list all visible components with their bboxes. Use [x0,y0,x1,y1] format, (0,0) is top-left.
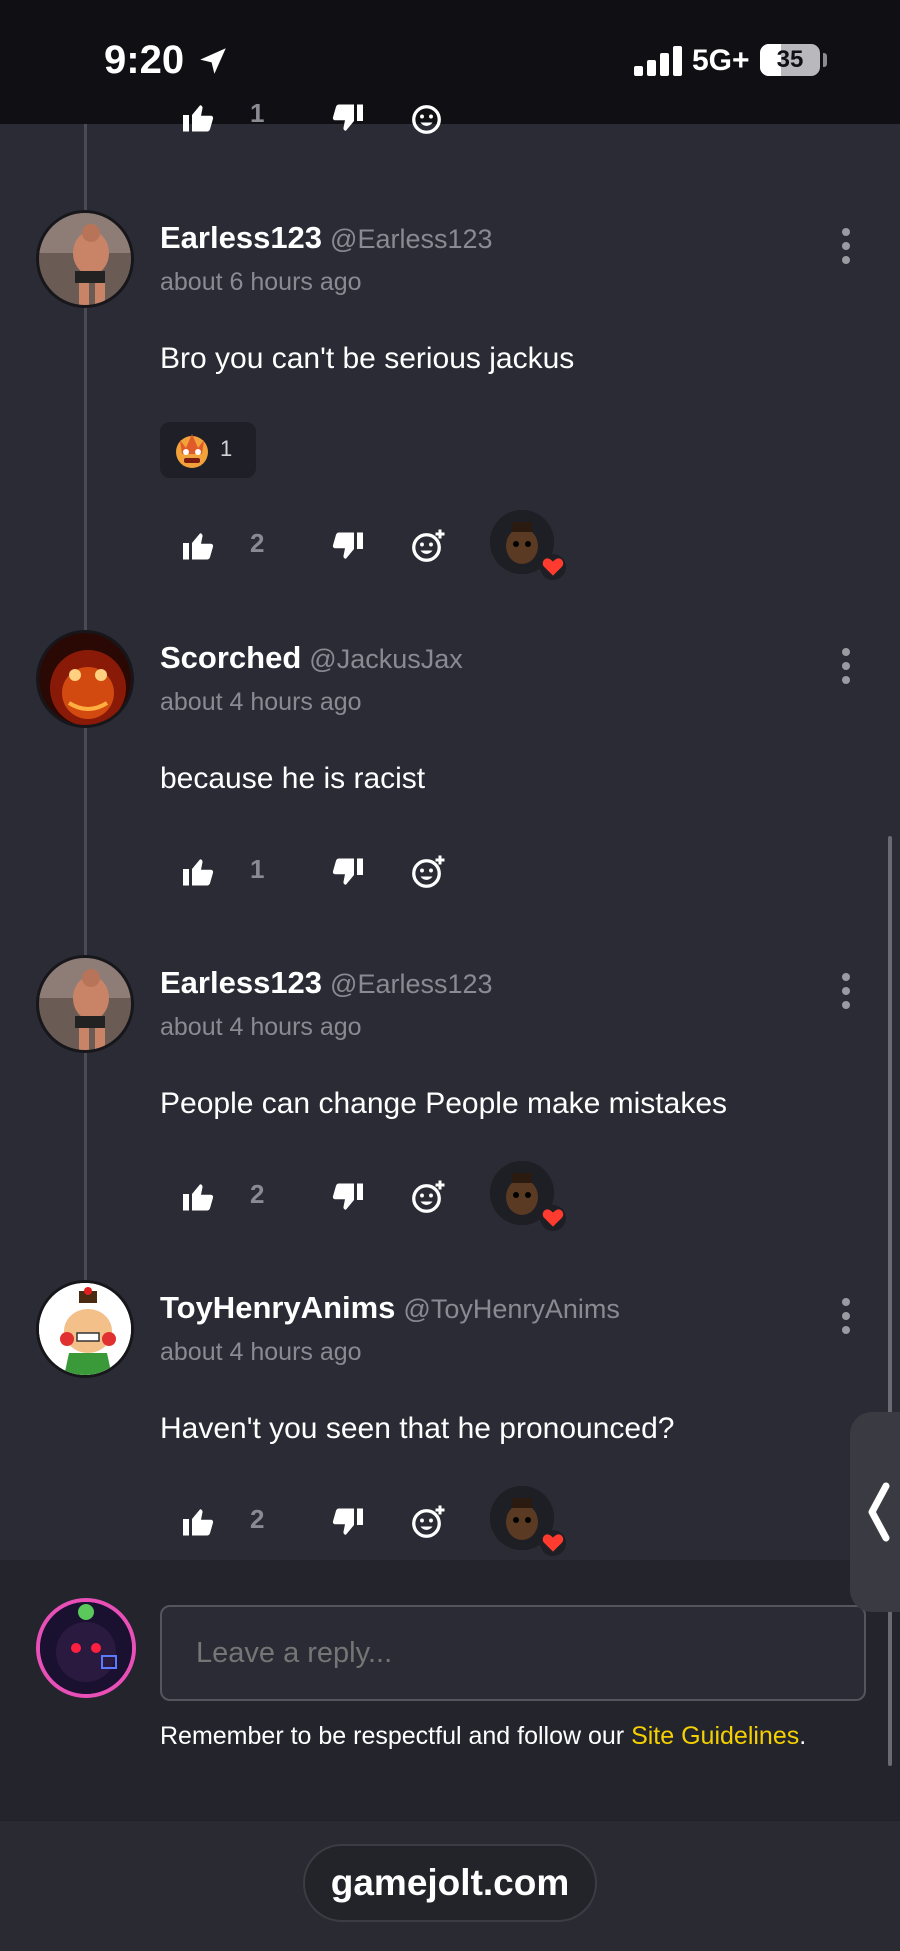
thumbs-up-icon[interactable] [180,100,216,136]
comment-text: Bro you can't be serious jackus [160,342,575,375]
guidelines-suffix: . [799,1722,807,1750]
add-reaction-icon[interactable] [410,1504,446,1540]
liked-by-creator[interactable] [490,1486,570,1556]
avatar[interactable] [36,1280,134,1378]
comment-actions: 2 [160,510,600,580]
thumbs-up-icon[interactable] [180,1504,216,1540]
thumbs-down-icon[interactable] [330,1179,366,1215]
more-options-icon[interactable] [836,973,856,1009]
user-handle[interactable]: @JackusJax [309,644,462,674]
comment-author[interactable]: Scorched @JackusJax [160,640,463,676]
cellular-signal-icon [634,46,682,76]
battery-icon: 35 [760,44,820,76]
thumbs-down-icon[interactable] [330,1504,366,1540]
comment-text: Haven't you seen that he pronounced? [160,1412,675,1445]
heart-icon [542,1209,564,1227]
comment-actions: 2 [160,1161,600,1231]
comment-timestamp: about 6 hours ago [160,268,362,296]
scrollbar[interactable] [888,836,892,1766]
site-guidelines-link[interactable]: Site Guidelines [631,1722,799,1750]
thumbs-down-icon[interactable] [330,100,366,136]
upvote-count: 1 [250,854,265,884]
add-reaction-icon[interactable] [410,854,446,890]
add-reaction-icon[interactable] [410,100,446,136]
display-name[interactable]: Earless123 [160,220,322,255]
more-options-icon[interactable] [836,648,856,684]
liked-by-creator[interactable] [490,510,570,580]
avatar[interactable] [36,630,134,728]
heart-badge [540,554,566,580]
battery-level: 35 [776,46,804,73]
heart-badge [540,1530,566,1556]
user-handle[interactable]: @ToyHenryAnims [403,1294,619,1324]
upvote-count: 2 [250,1504,265,1534]
location-arrow-icon [200,48,226,74]
heart-badge [540,1205,566,1231]
comment-timestamp: about 4 hours ago [160,1013,362,1041]
reaction-count: 1 [220,436,233,461]
thumbs-up-icon[interactable] [180,854,216,890]
comment-timestamp: about 4 hours ago [160,1338,362,1366]
display-name[interactable]: Scorched [160,640,301,675]
reply-input[interactable] [160,1605,866,1701]
comment-actions-partial: 1 [160,98,600,150]
thumbs-down-icon[interactable] [330,528,366,564]
display-name[interactable]: Earless123 [160,965,322,1000]
thumbs-down-icon[interactable] [330,854,366,890]
thumbs-up-icon[interactable] [180,1179,216,1215]
comment-timestamp: about 4 hours ago [160,688,362,716]
add-reaction-icon[interactable] [410,528,446,564]
heart-icon [542,1534,564,1552]
comment-author[interactable]: Earless123 @Earless123 [160,965,493,1001]
url-bar[interactable]: gamejolt.com [303,1844,597,1922]
chevron-left-icon [868,1482,890,1542]
heart-icon [542,558,564,576]
more-options-icon[interactable] [836,1298,856,1334]
avatar[interactable] [36,955,134,1053]
upvote-count: 2 [250,1179,265,1209]
battery-nub [823,53,827,67]
comment-text: because he is racist [160,762,426,795]
comment-author[interactable]: ToyHenryAnims @ToyHenryAnims [160,1290,620,1326]
comment-actions: 1 [160,842,600,902]
upvote-count: 2 [250,528,265,558]
network-type: 5G+ [692,44,750,77]
current-user-avatar[interactable] [36,1598,136,1698]
guidelines-notice: Remember to be respectful and follow our… [160,1722,806,1751]
user-handle[interactable]: @Earless123 [330,224,493,254]
display-name[interactable]: ToyHenryAnims [160,1290,395,1325]
reaction-chip[interactable]: 1 [160,422,256,478]
avatar[interactable] [36,210,134,308]
thumbs-up-icon[interactable] [180,528,216,564]
add-reaction-icon[interactable] [410,1179,446,1215]
upvote-count: 1 [250,98,265,128]
user-handle[interactable]: @Earless123 [330,969,493,999]
comment-author[interactable]: Earless123 @Earless123 [160,220,493,256]
side-panel-tab[interactable] [850,1412,900,1612]
status-time: 9:20 [104,38,185,82]
comment-actions: 2 [160,1486,600,1556]
liked-by-creator[interactable] [490,1161,570,1231]
guidelines-text: Remember to be respectful and follow our [160,1722,632,1750]
comment-text: People can change People make mistakes [160,1087,728,1120]
more-options-icon[interactable] [836,228,856,264]
fire-face-reaction-icon [176,434,208,468]
